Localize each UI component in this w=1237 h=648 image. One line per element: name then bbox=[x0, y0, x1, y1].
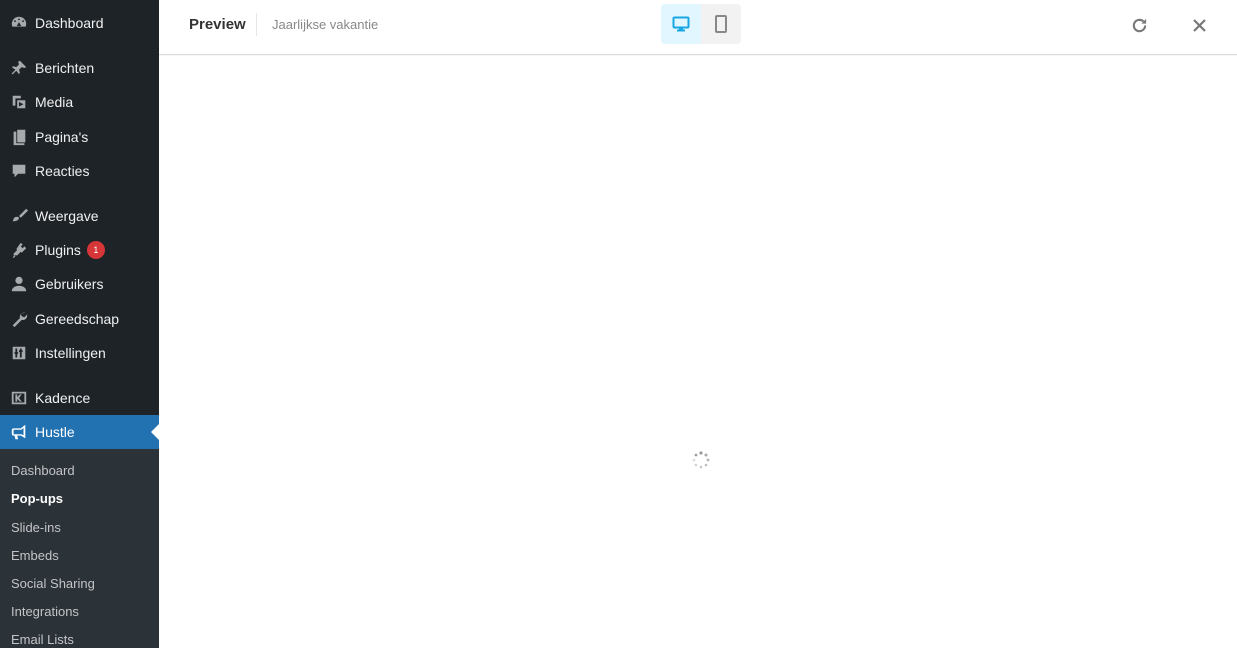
sidebar-item-paginas[interactable]: Pagina's bbox=[0, 120, 159, 154]
pages-icon bbox=[0, 120, 35, 154]
preview-header: Preview Jaarlijkse vakantie bbox=[159, 0, 1237, 55]
loading-spinner-icon bbox=[692, 451, 710, 469]
media-icon bbox=[0, 85, 35, 119]
sidebar-item-label: Hustle bbox=[35, 424, 75, 440]
sidebar-item-kadence[interactable]: Kadence bbox=[0, 381, 159, 415]
sidebar-item-plugins[interactable]: Plugins 1 bbox=[0, 233, 159, 267]
sidebar-item-instellingen[interactable]: Instellingen bbox=[0, 336, 159, 370]
sidebar-item-dashboard[interactable]: Dashboard bbox=[0, 6, 159, 40]
sidebar-item-hustle[interactable]: Hustle bbox=[0, 415, 159, 449]
submenu-item-email-lists[interactable]: Email Lists bbox=[11, 633, 74, 646]
wrench-icon bbox=[0, 302, 35, 336]
submenu-item-slide-ins[interactable]: Slide-ins bbox=[11, 521, 61, 534]
submenu-item-embeds[interactable]: Embeds bbox=[11, 549, 59, 562]
update-count-badge: 1 bbox=[86, 241, 105, 259]
module-name: Jaarlijkse vakantie bbox=[272, 17, 379, 32]
sidebar-item-label: Instellingen bbox=[35, 345, 106, 361]
kadence-icon bbox=[0, 381, 35, 415]
hustle-submenu: Dashboard Pop-ups Slide-ins Embeds Socia… bbox=[0, 449, 159, 648]
refresh-button[interactable] bbox=[1127, 13, 1151, 37]
megaphone-icon bbox=[0, 415, 35, 449]
sidebar-item-gebruikers[interactable]: Gebruikers bbox=[0, 267, 159, 301]
desktop-view-button[interactable] bbox=[661, 4, 701, 44]
sidebar-item-reacties[interactable]: Reacties bbox=[0, 154, 159, 188]
active-menu-arrow bbox=[151, 424, 159, 440]
sidebar-item-label: Gebruikers bbox=[35, 276, 104, 292]
admin-sidebar: Dashboard Berichten Media Pagina's React… bbox=[0, 0, 159, 648]
desktop-icon bbox=[672, 16, 690, 32]
mobile-icon bbox=[715, 15, 727, 33]
brush-icon bbox=[0, 199, 35, 233]
submenu-item-popups[interactable]: Pop-ups bbox=[11, 492, 63, 505]
comments-icon bbox=[0, 154, 35, 188]
sidebar-item-label: Pagina's bbox=[35, 129, 89, 145]
settings-icon bbox=[0, 336, 35, 370]
mobile-view-button[interactable] bbox=[701, 4, 741, 44]
sidebar-item-gereedschap[interactable]: Gereedschap bbox=[0, 302, 159, 336]
plugin-icon bbox=[0, 233, 35, 267]
sidebar-item-label: Kadence bbox=[35, 390, 91, 406]
submenu-item-social-sharing[interactable]: Social Sharing bbox=[11, 577, 95, 590]
preview-frame bbox=[159, 56, 1237, 648]
sidebar-item-label: Reacties bbox=[35, 163, 90, 179]
sidebar-item-label: Media bbox=[35, 94, 74, 110]
sidebar-item-label: Dashboard bbox=[35, 15, 104, 31]
sidebar-item-weergave[interactable]: Weergave bbox=[0, 199, 159, 233]
submenu-item-integrations[interactable]: Integrations bbox=[11, 605, 79, 618]
dashboard-icon bbox=[0, 6, 35, 40]
sidebar-item-label: Weergave bbox=[35, 208, 99, 224]
refresh-icon bbox=[1132, 18, 1146, 32]
sidebar-item-label: Berichten bbox=[35, 60, 95, 76]
close-icon bbox=[1192, 18, 1206, 32]
pin-icon bbox=[0, 51, 35, 85]
header-divider bbox=[256, 13, 257, 36]
sidebar-item-label: Gereedschap bbox=[35, 311, 120, 327]
sidebar-item-label: Plugins bbox=[35, 242, 81, 258]
sidebar-item-media[interactable]: Media bbox=[0, 85, 159, 119]
user-icon bbox=[0, 267, 35, 301]
close-button[interactable] bbox=[1187, 13, 1211, 37]
preview-title: Preview bbox=[189, 16, 246, 33]
sidebar-item-berichten[interactable]: Berichten bbox=[0, 51, 159, 85]
submenu-item-dashboard[interactable]: Dashboard bbox=[11, 464, 75, 477]
